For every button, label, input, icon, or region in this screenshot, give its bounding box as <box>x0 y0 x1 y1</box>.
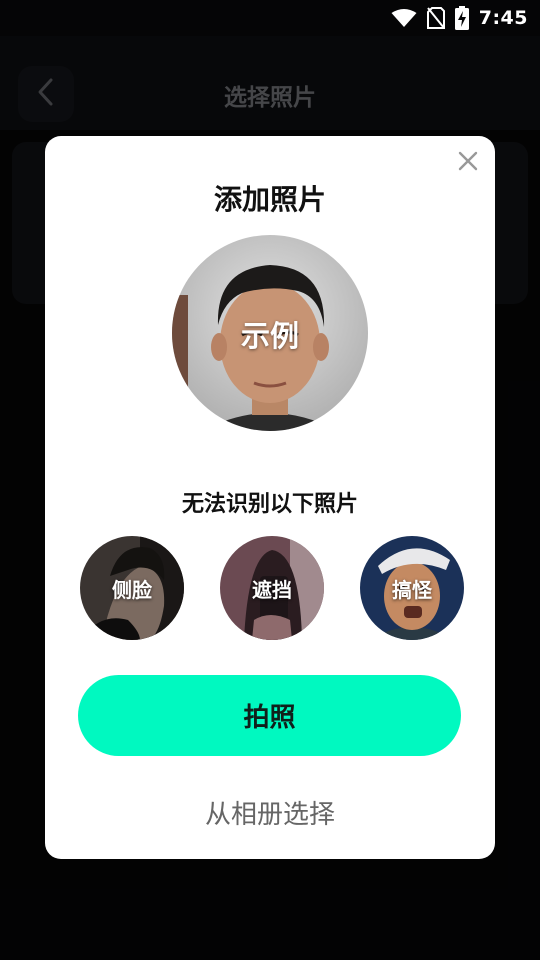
dialog-title: 添加照片 <box>213 183 326 216</box>
example-label: 示例 <box>240 319 299 353</box>
wifi-icon <box>391 8 417 28</box>
status-time: 7:45 <box>478 7 528 29</box>
bad-example-funny-face: 搞怪 <box>360 536 464 640</box>
take-photo-button[interactable]: 拍照 <box>78 675 461 756</box>
add-photo-dialog: 添加照片 示例 无法识别以下照片 侧脸 遮挡 搞怪 拍照 从相册选择 <box>45 136 495 859</box>
bad-example-side-face: 侧脸 <box>80 536 184 640</box>
close-icon <box>458 151 478 175</box>
choose-from-album-button[interactable]: 从相册选择 <box>45 794 495 831</box>
unrecognizable-heading: 无法识别以下照片 <box>181 492 358 517</box>
status-bar: 7:45 <box>0 0 540 36</box>
battery-charging-icon <box>454 6 469 30</box>
close-button[interactable] <box>455 150 481 176</box>
no-sim-icon <box>426 7 445 29</box>
bad-example-label: 遮挡 <box>252 578 292 602</box>
bad-example-covered: 遮挡 <box>220 536 324 640</box>
bad-example-label: 搞怪 <box>392 578 432 602</box>
example-photo: 示例 <box>172 235 368 431</box>
bad-example-label: 侧脸 <box>112 578 152 602</box>
